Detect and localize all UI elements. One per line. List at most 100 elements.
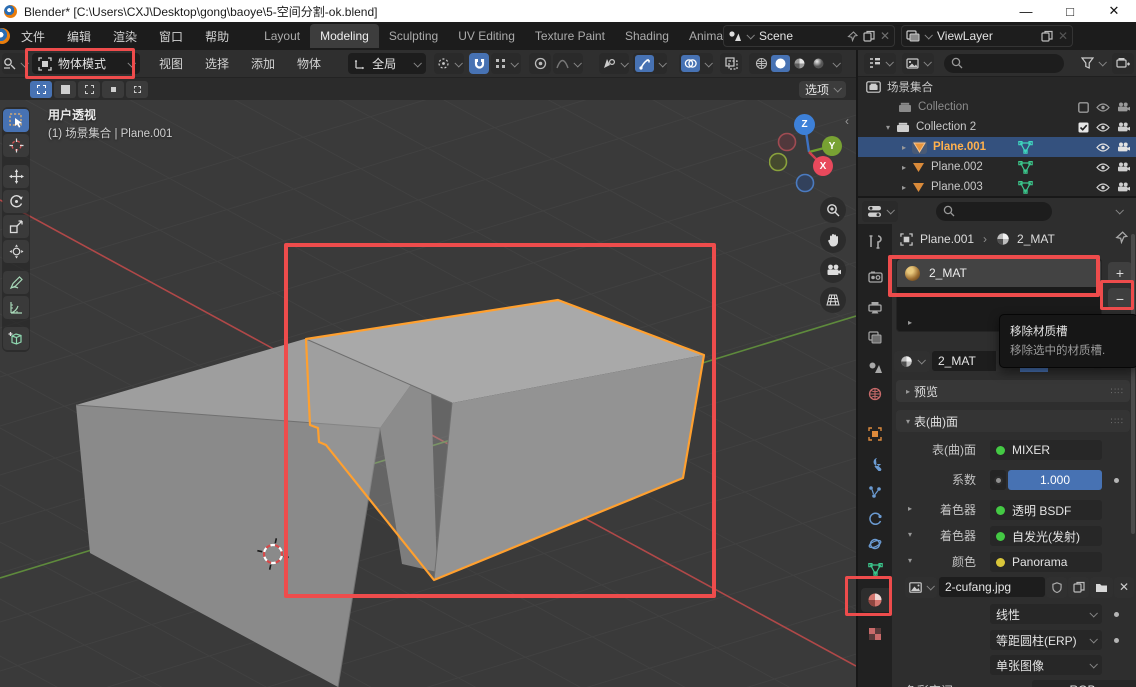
menu-edit[interactable]: 编辑 bbox=[56, 24, 102, 49]
select-mode-extend[interactable] bbox=[54, 81, 76, 98]
open-image-folder-button[interactable] bbox=[1090, 577, 1113, 598]
shading-wireframe-button[interactable] bbox=[752, 57, 771, 70]
unlink-x-icon[interactable]: ✕ bbox=[880, 29, 890, 43]
outliner-row-collection[interactable]: Collection bbox=[858, 97, 1136, 117]
disable-render-camera-icon[interactable] bbox=[1117, 142, 1130, 152]
disable-render-camera-icon[interactable] bbox=[1117, 102, 1130, 112]
sidebar-collapse-arrow[interactable]: ‹ bbox=[845, 114, 849, 128]
animate-dot-icon[interactable] bbox=[1114, 478, 1119, 483]
maximize-button[interactable]: □ bbox=[1048, 0, 1092, 22]
panel-grip-icon[interactable]: ∷∷ bbox=[1111, 416, 1124, 427]
tool-cursor[interactable] bbox=[3, 134, 29, 157]
source-dropdown[interactable]: 单张图像 bbox=[990, 655, 1102, 675]
outliner-row-plane-001[interactable]: ▸ Plane.001 bbox=[858, 137, 1136, 157]
tool-rotate[interactable] bbox=[3, 190, 29, 213]
animate-dot-icon[interactable] bbox=[1114, 612, 1119, 617]
menu-render[interactable]: 渲染 bbox=[102, 24, 148, 49]
breadcrumb-object[interactable]: Plane.001 bbox=[920, 232, 974, 246]
tab-modeling[interactable]: Modeling bbox=[310, 24, 379, 48]
surface-shader-button[interactable]: MIXER bbox=[990, 440, 1102, 460]
menu-add[interactable]: 添加 bbox=[240, 51, 286, 76]
tool-select-box[interactable] bbox=[3, 109, 29, 132]
pivot-point-dropdown[interactable] bbox=[434, 53, 464, 74]
select-mode-subtract[interactable] bbox=[78, 81, 100, 98]
tab-constraints[interactable] bbox=[861, 532, 889, 556]
tab-tool[interactable] bbox=[861, 230, 889, 254]
pin-icon[interactable] bbox=[1115, 231, 1128, 244]
gizmo-axis-x[interactable]: X bbox=[813, 156, 833, 176]
factor-slider[interactable]: 1.000 bbox=[1008, 470, 1102, 490]
panel-preview[interactable]: ▸ 预览 ∷∷ bbox=[896, 380, 1130, 402]
select-mode-intersect[interactable] bbox=[126, 81, 148, 98]
hide-eye-icon[interactable] bbox=[1096, 123, 1110, 132]
camera-view-icon[interactable] bbox=[820, 257, 846, 283]
scene-selector[interactable]: Scene ✕ bbox=[723, 25, 895, 47]
disable-render-camera-icon[interactable] bbox=[1117, 162, 1130, 172]
material-name-field[interactable]: 2_MAT bbox=[932, 351, 996, 371]
tool-add-cube[interactable] bbox=[3, 327, 29, 350]
tool-measure[interactable] bbox=[3, 296, 29, 319]
interpolation-dropdown[interactable]: 线性 bbox=[990, 604, 1102, 624]
snap-toggle-button[interactable] bbox=[469, 53, 489, 74]
editor-type-button[interactable] bbox=[2, 53, 28, 74]
outliner-row-plane-003[interactable]: ▸ Plane.003 bbox=[858, 177, 1136, 197]
exclude-checkbox[interactable] bbox=[1078, 102, 1089, 113]
disclosure-triangle-icon[interactable]: ▾ bbox=[882, 123, 894, 132]
mode-dropdown[interactable]: 物体模式 bbox=[32, 53, 140, 74]
viewlayer-name[interactable]: ViewLayer bbox=[931, 29, 1041, 43]
color-panorama-button[interactable]: Panorama bbox=[990, 552, 1102, 572]
tool-annotate[interactable] bbox=[3, 271, 29, 294]
viewport-3d[interactable]: 用户透视 (1) 场景集合 | Plane.001 bbox=[0, 100, 856, 687]
tab-object-data[interactable] bbox=[861, 557, 889, 581]
gizmos-dropdown[interactable] bbox=[633, 53, 667, 74]
disclosure-triangle-icon[interactable]: ▸ bbox=[898, 143, 910, 152]
pan-hand-icon[interactable] bbox=[820, 227, 846, 253]
select-mode-set[interactable] bbox=[30, 81, 52, 98]
mesh-data-icon[interactable] bbox=[1018, 181, 1033, 194]
image-fake-user-button[interactable] bbox=[1046, 577, 1067, 598]
outliner-row-collection-2[interactable]: ▾ Collection 2 bbox=[858, 117, 1136, 137]
disable-render-camera-icon[interactable] bbox=[1117, 182, 1130, 192]
overlays-dropdown[interactable] bbox=[679, 53, 713, 74]
proportional-editing-button[interactable] bbox=[529, 53, 551, 74]
outliner-filter-id-dropdown[interactable] bbox=[902, 53, 934, 74]
tab-particles[interactable] bbox=[861, 480, 889, 504]
material-slot-active[interactable]: 2_MAT bbox=[897, 259, 1101, 287]
scene-name[interactable]: Scene bbox=[753, 29, 847, 43]
exclude-checkbox[interactable] bbox=[1078, 122, 1089, 133]
transform-orientation-dropdown[interactable]: 全局 bbox=[348, 53, 426, 74]
tab-modifiers[interactable] bbox=[861, 452, 889, 476]
tool-transform[interactable] bbox=[3, 240, 29, 263]
tab-texture-paint[interactable]: Texture Paint bbox=[525, 24, 615, 48]
tab-uv-editing[interactable]: UV Editing bbox=[448, 24, 525, 48]
tab-material[interactable] bbox=[861, 588, 889, 612]
tab-physics[interactable] bbox=[861, 507, 889, 531]
scene-canvas[interactable] bbox=[0, 100, 856, 687]
copy-icon[interactable] bbox=[863, 30, 875, 42]
properties-search-input[interactable] bbox=[936, 202, 1052, 221]
menu-file[interactable]: 文件 bbox=[10, 24, 56, 49]
tab-shading[interactable]: Shading bbox=[615, 24, 679, 48]
mesh-data-icon[interactable] bbox=[1018, 141, 1033, 154]
browse-material-button[interactable] bbox=[894, 351, 930, 372]
hide-eye-icon[interactable] bbox=[1096, 143, 1110, 152]
panel-grip-icon[interactable]: ∷∷ bbox=[1111, 386, 1124, 397]
copy-image-button[interactable] bbox=[1068, 577, 1089, 598]
tab-view-layer[interactable] bbox=[861, 325, 889, 349]
hide-eye-icon[interactable] bbox=[1096, 183, 1110, 192]
factor-socket[interactable] bbox=[990, 470, 1006, 490]
proportional-falloff-dropdown[interactable] bbox=[553, 53, 583, 74]
gizmo-axis-z[interactable]: Z bbox=[794, 114, 815, 135]
navigation-gizmo[interactable]: Z Y X bbox=[769, 108, 851, 200]
tab-object[interactable] bbox=[861, 422, 889, 446]
slot-list-expand-icon[interactable]: ▸ bbox=[908, 318, 912, 327]
menu-object[interactable]: 物体 bbox=[286, 51, 332, 76]
gizmo-axis-y[interactable]: Y bbox=[822, 136, 842, 156]
new-collection-button[interactable] bbox=[1112, 53, 1134, 74]
show-visibility-dropdown[interactable] bbox=[599, 53, 629, 74]
scrollbar[interactable] bbox=[1131, 234, 1135, 534]
colorspace-dropdown[interactable]: sRGB bbox=[1032, 680, 1136, 687]
tab-render[interactable] bbox=[861, 265, 889, 289]
tab-scene[interactable] bbox=[861, 355, 889, 379]
breadcrumb-material[interactable]: 2_MAT bbox=[1017, 232, 1055, 246]
